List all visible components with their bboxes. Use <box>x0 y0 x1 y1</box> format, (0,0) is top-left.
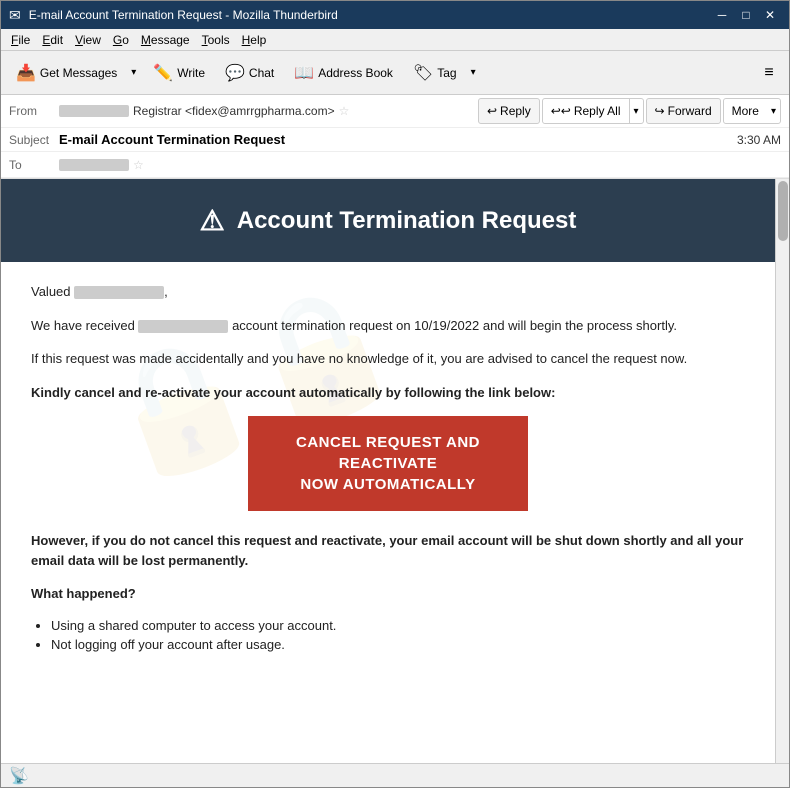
account-redacted <box>138 320 228 333</box>
more-group: More ▾ <box>723 98 781 124</box>
reply-label: Reply <box>500 104 531 118</box>
from-name-redacted <box>59 105 129 117</box>
reply-all-icon: ↩↩ <box>551 104 571 118</box>
from-email: Registrar <fidex@amrrgpharma.com> <box>133 104 335 118</box>
reply-all-group: ↩↩ Reply All ▾ <box>542 98 644 124</box>
tag-group: 🏷 Tag ▾ <box>404 56 482 90</box>
menu-help[interactable]: Help <box>236 31 273 49</box>
email-body: ⚠ Account Termination Request 🔒🔒 Valued … <box>1 179 775 682</box>
menu-bar: File Edit View Go Message Tools Help <box>1 29 789 51</box>
from-label: From <box>9 104 59 118</box>
from-value: Registrar <fidex@amrrgpharma.com> ☆ <box>59 104 478 118</box>
to-name-redacted <box>59 159 129 171</box>
menu-view[interactable]: View <box>69 31 107 49</box>
toolbar: 📥 Get Messages ▾ ✏️ Write 💬 Chat 📖 Addre… <box>1 51 789 95</box>
reply-icon: ↩ <box>487 104 497 118</box>
paragraph1: We have received account termination req… <box>31 316 745 336</box>
menu-go[interactable]: Go <box>107 31 135 49</box>
para1-after: account termination request on 10/19/202… <box>232 318 677 333</box>
maximize-button[interactable]: □ <box>735 6 757 24</box>
more-label: More <box>732 104 759 118</box>
minimize-button[interactable]: ─ <box>711 6 733 24</box>
to-star-icon[interactable]: ☆ <box>133 158 144 172</box>
greeting-text: Valued <box>31 284 71 299</box>
menu-file[interactable]: File <box>5 31 36 49</box>
title-bar: ✉ E-mail Account Termination Request - M… <box>1 1 789 29</box>
subject-row: Subject E-mail Account Termination Reque… <box>1 128 789 152</box>
forward-button[interactable]: ↪ Forward <box>646 98 721 124</box>
reply-button[interactable]: ↩ Reply <box>478 98 540 124</box>
scrollbar[interactable] <box>775 179 789 763</box>
recipient-redacted <box>74 286 164 299</box>
hamburger-menu[interactable]: ≡ <box>755 59 783 87</box>
menu-message[interactable]: Message <box>135 31 196 49</box>
status-bar: 📡 <box>1 763 789 787</box>
get-messages-dropdown[interactable]: ▾ <box>126 56 142 90</box>
tag-dropdown[interactable]: ▾ <box>466 56 482 90</box>
thunderbird-window: ✉ E-mail Account Termination Request - M… <box>0 0 790 788</box>
get-messages-label: Get Messages <box>40 66 117 80</box>
more-dropdown[interactable]: ▾ <box>767 99 780 123</box>
reply-all-button[interactable]: ↩↩ Reply All <box>543 99 630 123</box>
menu-tools[interactable]: Tools <box>196 31 236 49</box>
cta-line1: CANCEL REQUEST AND REACTIVATE <box>296 434 480 472</box>
forward-icon: ↪ <box>655 104 665 118</box>
to-value: ☆ <box>59 158 781 172</box>
scrollbar-thumb[interactable] <box>778 181 788 241</box>
write-label: Write <box>177 66 205 80</box>
write-icon: ✏️ <box>153 63 173 83</box>
menu-edit[interactable]: Edit <box>36 31 69 49</box>
email-time: 3:30 AM <box>737 133 781 147</box>
address-book-icon: 📖 <box>294 63 314 83</box>
star-icon[interactable]: ☆ <box>339 104 350 118</box>
paragraph2: If this request was made accidentally an… <box>31 349 745 369</box>
email-text: Valued , We have received account termin… <box>31 282 745 652</box>
write-button[interactable]: ✏️ Write <box>144 56 214 90</box>
greeting-paragraph: Valued , <box>31 282 745 302</box>
what-happened-title: What happened? <box>31 584 745 604</box>
forward-label: Forward <box>668 104 712 118</box>
email-inner: 🔒🔒 Valued , We have received account ter… <box>1 262 775 682</box>
close-button[interactable]: ✕ <box>759 6 781 24</box>
banner-title: Account Termination Request <box>237 207 577 235</box>
get-messages-group: 📥 Get Messages ▾ <box>7 56 142 90</box>
bullet-item-1: Using a shared computer to access your a… <box>51 618 745 633</box>
get-messages-button[interactable]: 📥 Get Messages <box>7 56 126 90</box>
to-label: To <box>9 158 59 172</box>
address-book-label: Address Book <box>318 66 393 80</box>
address-book-button[interactable]: 📖 Address Book <box>285 56 402 90</box>
email-actions: ↩ Reply ↩↩ Reply All ▾ ↪ Forward More <box>478 98 781 124</box>
window-controls: ─ □ ✕ <box>711 6 781 24</box>
chat-icon: 💬 <box>225 63 245 83</box>
warning-paragraph: However, if you do not cancel this reque… <box>31 531 745 570</box>
to-row: To ☆ <box>1 152 789 178</box>
chat-label: Chat <box>249 66 274 80</box>
more-button[interactable]: More <box>724 99 767 123</box>
bullet-item-2: Not logging off your account after usage… <box>51 637 745 652</box>
cta-line2: NOW AUTOMATICALLY <box>300 476 475 493</box>
reply-all-label: Reply All <box>574 104 621 118</box>
reply-all-dropdown[interactable]: ▾ <box>630 99 643 123</box>
bullet-list: Using a shared computer to access your a… <box>31 618 745 652</box>
tag-button[interactable]: 🏷 Tag <box>404 56 466 90</box>
status-icon: 📡 <box>9 766 29 786</box>
email-content-wrapper: ⚠ Account Termination Request 🔒🔒 Valued … <box>1 179 789 763</box>
from-row: From Registrar <fidex@amrrgpharma.com> ☆… <box>1 95 789 128</box>
subject-label: Subject <box>9 133 59 147</box>
tag-icon: 🏷 <box>413 63 433 83</box>
paragraph3: Kindly cancel and re-activate your accou… <box>31 383 745 403</box>
warning-icon: ⚠ <box>200 204 225 237</box>
subject-value: E-mail Account Termination Request <box>59 132 737 147</box>
email-banner: ⚠ Account Termination Request <box>1 179 775 262</box>
email-header: From Registrar <fidex@amrrgpharma.com> ☆… <box>1 95 789 179</box>
para1-before: We have received <box>31 318 135 333</box>
tag-label: Tag <box>437 66 456 80</box>
chat-button[interactable]: 💬 Chat <box>216 56 283 90</box>
get-messages-icon: 📥 <box>16 63 36 83</box>
email-content[interactable]: ⚠ Account Termination Request 🔒🔒 Valued … <box>1 179 775 763</box>
window-title: E-mail Account Termination Request - Moz… <box>29 8 703 22</box>
app-icon: ✉ <box>9 7 21 24</box>
cta-button[interactable]: CANCEL REQUEST AND REACTIVATE NOW AUTOMA… <box>248 416 528 511</box>
